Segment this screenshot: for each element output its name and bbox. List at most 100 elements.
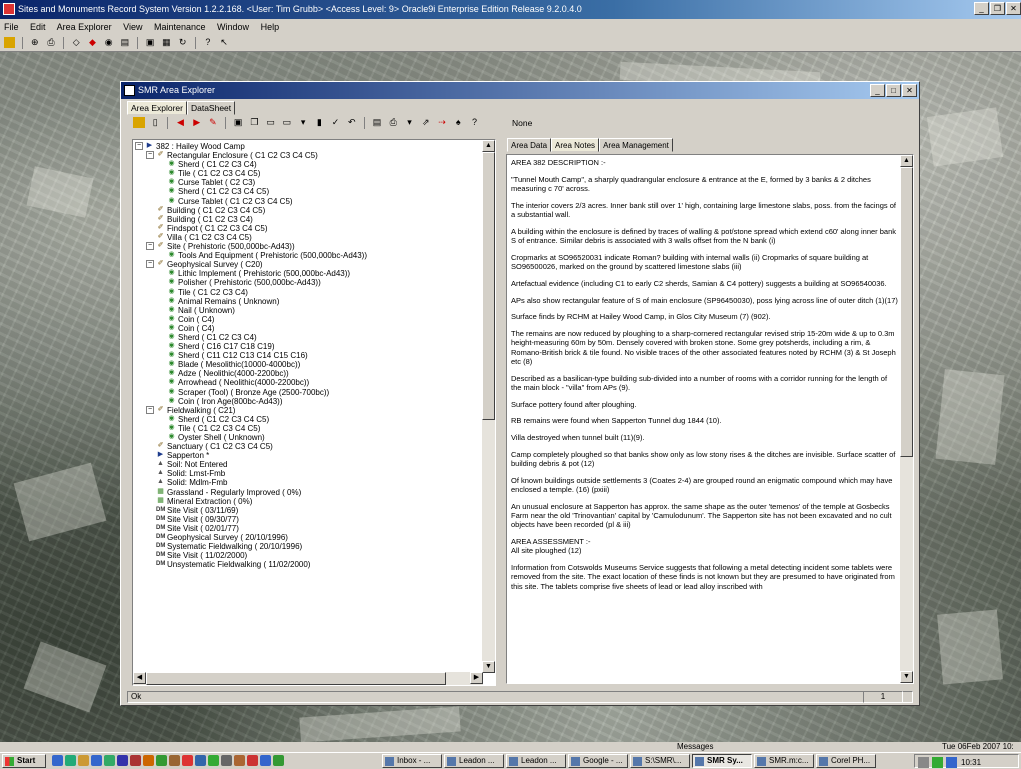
- tree-node[interactable]: ◉ Sherd ( C11 C12 C13 C14 C15 C16): [135, 351, 483, 360]
- app-icon-9[interactable]: [156, 755, 167, 766]
- excel-icon[interactable]: [104, 755, 115, 766]
- tree-node[interactable]: DM Site Visit ( 03/11/69): [135, 506, 483, 515]
- taskbar-button[interactable]: Leadon ...: [444, 754, 504, 768]
- tree-node[interactable]: ✐ Sanctuary ( C1 C2 C3 C4 C5): [135, 442, 483, 451]
- tree-node[interactable]: ◉ Curse Tablet ( C1 C2 C3 C4 C5): [135, 197, 483, 206]
- globe-icon[interactable]: ◉: [103, 37, 114, 48]
- taskbar-button[interactable]: Corel PH...: [816, 754, 876, 768]
- ie-icon[interactable]: [52, 755, 63, 766]
- tree-node[interactable]: ✐ Building ( C1 C2 C3 C4): [135, 215, 483, 224]
- chart-icon[interactable]: ▤: [119, 37, 130, 48]
- tree-node[interactable]: ◉ Oyster Shell ( Unknown): [135, 433, 483, 442]
- tree-node[interactable]: ✐ Findspot ( C1 C2 C3 C4 C5): [135, 224, 483, 233]
- tab-datasheet[interactable]: DataSheet: [186, 101, 236, 115]
- menu-view[interactable]: View: [123, 22, 142, 32]
- undo-icon[interactable]: ↶: [346, 117, 358, 128]
- tree-node[interactable]: ▲ Solid: Mdlm-Fmb: [135, 478, 483, 487]
- tree-node[interactable]: ▲ Solid: Lmst-Fmb: [135, 469, 483, 478]
- scroll-right-button[interactable]: ▶: [470, 672, 483, 684]
- forward-arrow-icon[interactable]: ▶: [191, 117, 203, 128]
- tree-node[interactable]: ◉ Coin ( Iron Age(800bc-Ad43)): [135, 397, 483, 406]
- report-icon[interactable]: ▤: [371, 117, 383, 128]
- menu-maintenance[interactable]: Maintenance: [154, 22, 206, 32]
- tree-node[interactable]: ◉ Tile ( C1 C2 C3 C4 C5): [135, 424, 483, 433]
- tree-node[interactable]: − ✐ Geophysical Survey ( C20): [135, 260, 483, 269]
- app-icon-17[interactable]: [260, 755, 271, 766]
- trash-icon[interactable]: ▮: [313, 117, 325, 128]
- notes-scroll-thumb[interactable]: [900, 167, 913, 457]
- back-arrow-icon[interactable]: ◀: [174, 117, 186, 128]
- tree-node[interactable]: − ▶ 382 : Hailey Wood Camp: [135, 142, 483, 151]
- tree-node[interactable]: ▦ Mineral Extraction ( 0%): [135, 497, 483, 506]
- tree-node[interactable]: − ✐ Site ( Prehistoric (500,000bc-Ad43)): [135, 242, 483, 251]
- powerpoint-icon[interactable]: [143, 755, 154, 766]
- check-icon[interactable]: ✓: [330, 117, 342, 128]
- print-icon[interactable]: ⎙: [387, 117, 399, 128]
- tree-toggle-collapse-icon[interactable]: −: [146, 242, 154, 251]
- tree-node[interactable]: ✐ Villa ( C1 C2 C3 C4 C5): [135, 233, 483, 242]
- scroll-left-button[interactable]: ◀: [133, 672, 146, 684]
- tree-toggle-collapse-icon[interactable]: −: [146, 405, 154, 414]
- area-notes-text[interactable]: AREA 382 DESCRIPTION :- "Tunnel Mouth Cam…: [506, 154, 914, 684]
- menu-edit[interactable]: Edit: [30, 22, 46, 32]
- book-icon[interactable]: [4, 37, 15, 48]
- menu-file[interactable]: File: [4, 22, 19, 32]
- new-record-icon[interactable]: ▣: [232, 117, 244, 128]
- taskbar-button[interactable]: Google - ...: [568, 754, 628, 768]
- copy-icon[interactable]: ❐: [248, 117, 260, 128]
- help-icon[interactable]: ?: [202, 37, 213, 48]
- restore-button[interactable]: ❐: [990, 2, 1005, 15]
- access-icon[interactable]: [130, 755, 141, 766]
- tree-node[interactable]: ✐ Building ( C1 C2 C3 C4 C5): [135, 206, 483, 215]
- paste-icon[interactable]: ▭: [265, 117, 277, 128]
- notes-vertical-scrollbar[interactable]: ▲ ▼: [900, 155, 913, 683]
- app-icon-16[interactable]: [247, 755, 258, 766]
- tab-area-notes[interactable]: Area Notes: [551, 138, 600, 152]
- taskbar-button[interactable]: Inbox - ...: [382, 754, 442, 768]
- tree-toggle-collapse-icon[interactable]: −: [135, 142, 143, 150]
- tree-node[interactable]: ◉ Adze ( Neolithic(4000-2200bc)): [135, 369, 483, 378]
- tree-node[interactable]: ◉ Coin ( C4): [135, 315, 483, 324]
- tree-node[interactable]: ◉ Sherd ( C1 C2 C3 C4): [135, 333, 483, 342]
- link-icon[interactable]: ⇗: [420, 117, 432, 128]
- explorer-icon[interactable]: [65, 755, 76, 766]
- tree-node[interactable]: ◉ Sherd ( C1 C2 C3 C4 C5): [135, 415, 483, 424]
- tree-node[interactable]: ◉ Scraper (Tool) ( Bronze Age (2500-700bc…: [135, 388, 483, 397]
- tree-node[interactable]: ◉ Tools And Equipment ( Prehistoric (500,…: [135, 251, 483, 260]
- taskbar-button[interactable]: SMR.m:c...: [754, 754, 814, 768]
- tree-node[interactable]: ◉ Lithic Implement ( Prehistoric (500,000…: [135, 269, 483, 278]
- export-icon[interactable]: ⇢: [436, 117, 448, 128]
- app-icon-18[interactable]: [273, 755, 284, 766]
- layout-icon[interactable]: ▣: [145, 37, 156, 48]
- app-icon-15[interactable]: [234, 755, 245, 766]
- outlook-icon[interactable]: [91, 755, 102, 766]
- tree-node[interactable]: DM Site Visit ( 09/30/77): [135, 515, 483, 524]
- start-button[interactable]: Start: [2, 754, 46, 768]
- pencil-icon[interactable]: ✎: [207, 117, 219, 128]
- app-icon-13[interactable]: [208, 755, 219, 766]
- notes-scroll-down-button[interactable]: ▼: [900, 671, 913, 683]
- refresh-icon[interactable]: ↻: [177, 37, 188, 48]
- close-button[interactable]: ✕: [1006, 2, 1021, 15]
- clock[interactable]: 10:31: [961, 758, 981, 767]
- tree-node[interactable]: DM Unsystematic Fieldwalking ( 11/02/2000…: [135, 560, 483, 569]
- tree-node[interactable]: ◉ Arrowhead ( Neolithic(4000-2200bc)): [135, 378, 483, 387]
- page-icon[interactable]: ▯: [149, 117, 161, 128]
- tree-node[interactable]: DM Site Visit ( 11/02/2000): [135, 551, 483, 560]
- hscroll-thumb[interactable]: [146, 672, 446, 685]
- taskbar-button[interactable]: Leadon ...: [506, 754, 566, 768]
- notes-scroll-up-button[interactable]: ▲: [900, 155, 913, 167]
- tree-node[interactable]: ◉ Nail ( Unknown): [135, 306, 483, 315]
- tree-node[interactable]: DM Site Visit ( 02/01/77): [135, 524, 483, 533]
- tray-icon-2[interactable]: [932, 757, 943, 768]
- tree-node[interactable]: ▶ Sapperton *: [135, 451, 483, 460]
- tree-node[interactable]: ◉ Animal Remains ( Unknown): [135, 297, 483, 306]
- app-icon-10[interactable]: [169, 755, 180, 766]
- help-icon[interactable]: ?: [468, 117, 480, 128]
- tree-node[interactable]: ▲ Soil: Not Entered: [135, 460, 483, 469]
- tree-node[interactable]: ◉ Tile ( C1 C2 C3 C4 C5): [135, 169, 483, 178]
- dropdown2-icon[interactable]: ▾: [404, 117, 416, 128]
- grid-icon[interactable]: ▦: [161, 37, 172, 48]
- bell-icon[interactable]: ♠: [452, 117, 464, 128]
- dropdown-icon[interactable]: ▾: [297, 117, 309, 128]
